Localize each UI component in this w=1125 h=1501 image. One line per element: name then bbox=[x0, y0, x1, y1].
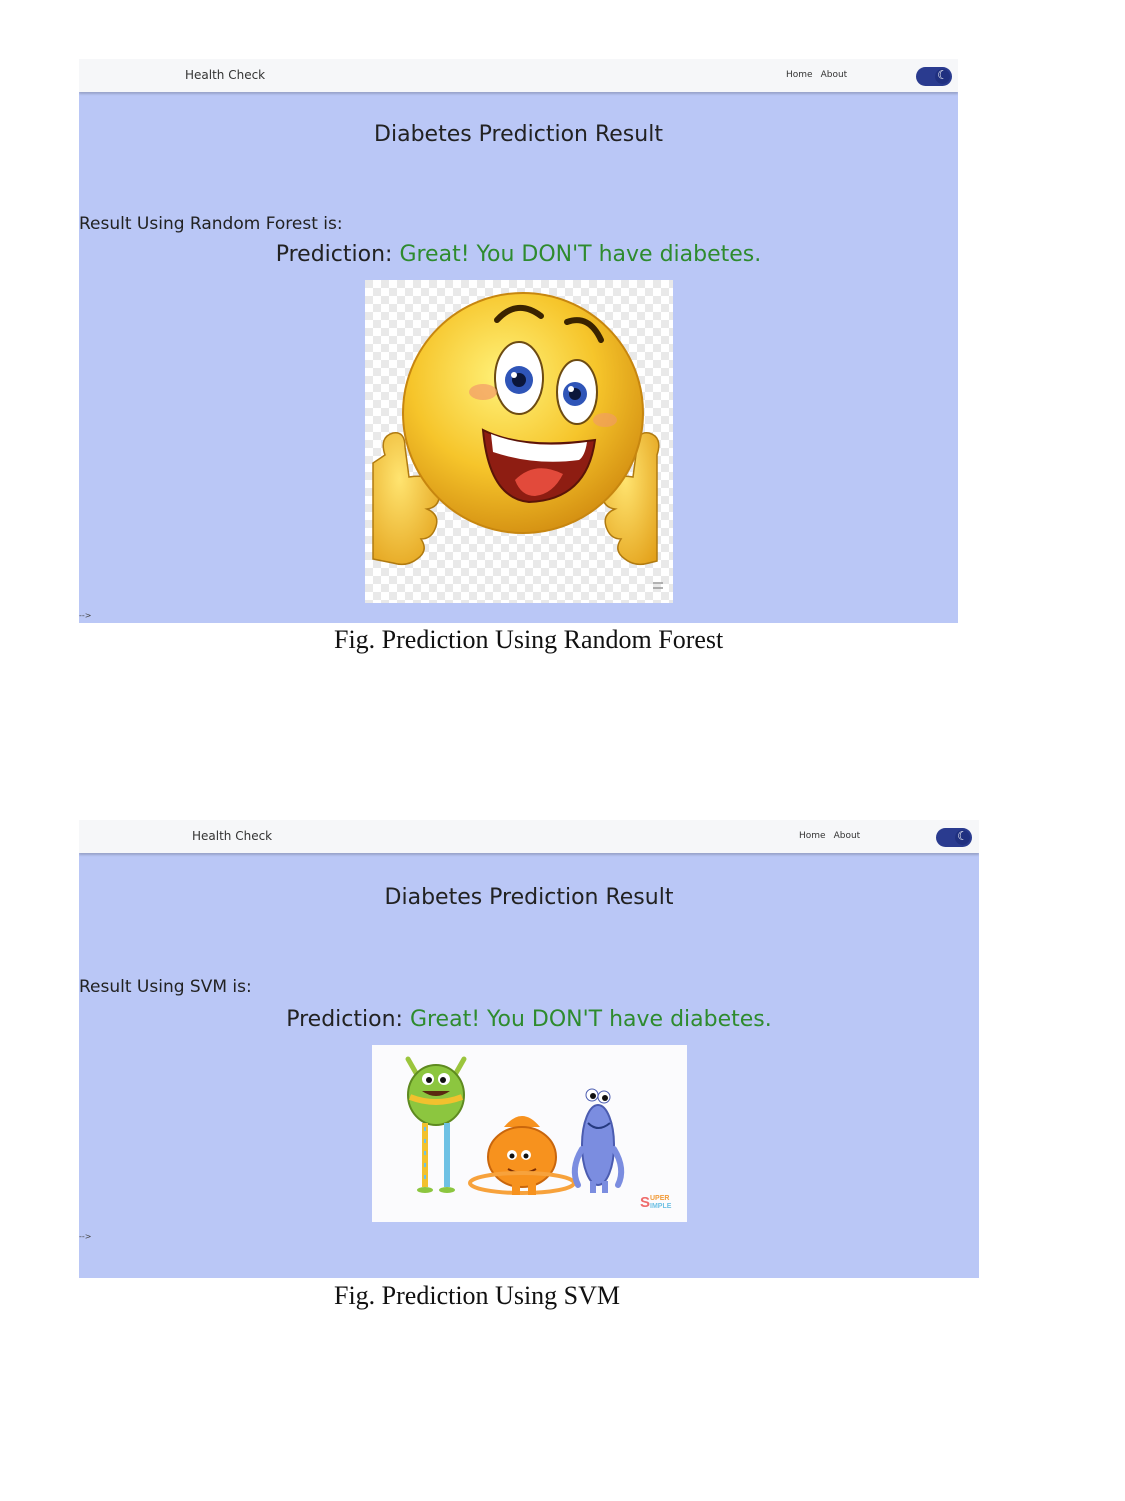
prediction-verdict: Great! You DON'T have diabetes. bbox=[409, 1007, 772, 1032]
smiley-emoji-icon bbox=[365, 280, 673, 603]
navbar: Health Check Home About ☾ bbox=[79, 820, 979, 853]
html-comment-marker: --> bbox=[79, 611, 92, 620]
figure-caption-random-forest: Fig. Prediction Using Random Forest bbox=[334, 625, 724, 654]
prediction-verdict: Great! You DON'T have diabetes. bbox=[399, 242, 762, 267]
svg-text:IMPLE: IMPLE bbox=[650, 1203, 672, 1210]
result-label: Result Using SVM is: bbox=[79, 977, 252, 997]
nav-links: Home About bbox=[799, 831, 868, 841]
svg-text:UPER: UPER bbox=[650, 1195, 669, 1202]
moon-icon: ☾ bbox=[957, 829, 968, 843]
svg-text:S: S bbox=[640, 1194, 650, 1211]
page-title: Diabetes Prediction Result bbox=[374, 122, 663, 147]
prediction-label: Prediction: bbox=[275, 242, 393, 267]
moon-icon: ☾ bbox=[937, 68, 948, 82]
theme-toggle[interactable]: ☾ bbox=[916, 67, 952, 86]
nav-home-link[interactable]: Home bbox=[786, 70, 813, 80]
navbar: Health Check Home About ☾ bbox=[79, 59, 958, 92]
figure-caption-svm: Fig. Prediction Using SVM bbox=[334, 1281, 621, 1310]
cartoon-monsters-image: S UPER IMPLE bbox=[372, 1045, 687, 1222]
cartoon-monsters-icon: S UPER IMPLE bbox=[405, 1056, 672, 1211]
thumbs-up-smiley-image bbox=[365, 280, 673, 603]
nav-home-link[interactable]: Home bbox=[799, 831, 826, 841]
navbar-brand[interactable]: Health Check bbox=[192, 829, 272, 843]
nav-about-link[interactable]: About bbox=[834, 831, 861, 841]
screenshot-svm: Health Check Home About ☾ Diabetes Predic… bbox=[79, 820, 979, 1278]
theme-toggle[interactable]: ☾ bbox=[936, 828, 972, 847]
prediction-line: Prediction: Great! You DON'T have diabet… bbox=[79, 1007, 979, 1032]
nav-about-link[interactable]: About bbox=[821, 70, 848, 80]
page-title: Diabetes Prediction Result bbox=[384, 885, 674, 910]
navbar-brand[interactable]: Health Check bbox=[185, 68, 265, 82]
result-label: Result Using Random Forest is: bbox=[79, 214, 343, 234]
html-comment-marker: --> bbox=[79, 1232, 92, 1241]
prediction-line: Prediction: Great! You DON'T have diabet… bbox=[79, 242, 958, 267]
screenshot-random-forest: Health Check Home About ☾ Diabetes Predic… bbox=[79, 59, 958, 623]
prediction-label: Prediction: bbox=[286, 1007, 403, 1032]
nav-links: Home About bbox=[786, 70, 855, 80]
